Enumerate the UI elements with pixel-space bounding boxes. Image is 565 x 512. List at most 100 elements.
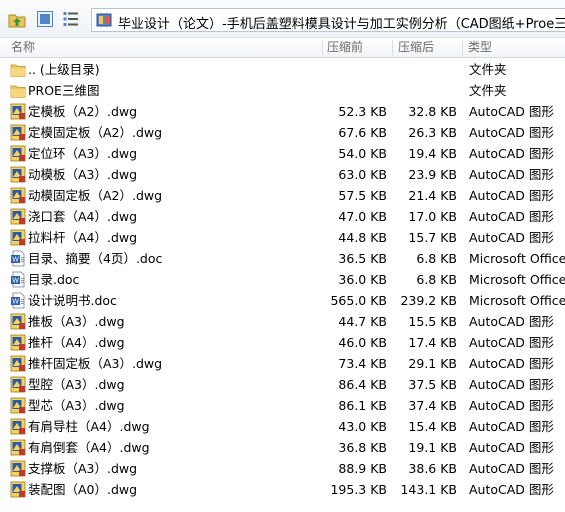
dwg-file-icon xyxy=(10,145,26,162)
file-size: 63.0 KB xyxy=(338,167,387,182)
column-size[interactable]: 压缩前 xyxy=(327,38,387,58)
file-row[interactable]: .. (上级目录) 文件夹 xyxy=(0,59,565,80)
file-row[interactable]: 定模固定板（A2）.dwg 67.6 KB 26.3 KB AutoCAD 图形 xyxy=(0,122,565,143)
file-name: 目录.doc xyxy=(28,272,80,287)
file-row[interactable]: 有肩导柱（A4）.dwg 43.0 KB 15.4 KB AutoCAD 图形 xyxy=(0,416,565,437)
file-packed-size: 15.5 KB xyxy=(408,314,457,329)
file-size: 73.4 KB xyxy=(338,356,387,371)
dwg-file-icon xyxy=(10,439,26,456)
file-size: 44.7 KB xyxy=(338,314,387,329)
file-row[interactable]: 型芯（A3）.dwg 86.1 KB 37.4 KB AutoCAD 图形 xyxy=(0,395,565,416)
file-name: 推板（A3）.dwg xyxy=(28,314,125,329)
file-name: 有肩导柱（A4）.dwg xyxy=(28,419,150,434)
file-row[interactable]: 推板（A3）.dwg 44.7 KB 15.5 KB AutoCAD 图形 xyxy=(0,311,565,332)
file-size: 36.5 KB xyxy=(338,251,387,266)
column-divider[interactable] xyxy=(392,40,393,56)
file-type: Microsoft Office xyxy=(469,272,565,287)
file-packed-size: 37.5 KB xyxy=(408,377,457,392)
doc-file-icon: W xyxy=(11,271,25,288)
dwg-file-icon xyxy=(10,208,26,225)
folder-icon xyxy=(10,64,26,77)
file-name: 支撑板（A3）.dwg xyxy=(28,461,138,476)
file-type: Microsoft Office xyxy=(469,251,565,266)
column-divider[interactable] xyxy=(462,40,463,56)
file-packed-size xyxy=(393,80,457,101)
column-header: 名称 压缩前 压缩后 类型 xyxy=(0,38,565,58)
file-name: 有肩倒套（A4）.dwg xyxy=(28,440,150,455)
column-name[interactable]: 名称 xyxy=(11,38,311,58)
file-type: AutoCAD 图形 xyxy=(469,398,554,413)
file-row[interactable]: 装配图（A0）.dwg 195.3 KB 143.1 KB AutoCAD 图形 xyxy=(0,479,565,500)
file-size: 44.8 KB xyxy=(338,230,387,245)
file-packed-size: 239.2 KB xyxy=(400,293,457,308)
up-folder-icon[interactable] xyxy=(8,10,26,28)
large-icons-view-icon[interactable] xyxy=(36,10,54,28)
column-type[interactable]: 类型 xyxy=(468,38,563,58)
file-packed-size: 17.4 KB xyxy=(408,335,457,350)
file-row[interactable]: W 目录.doc 36.0 KB 6.8 KB Microsoft Office xyxy=(0,269,565,290)
file-type: AutoCAD 图形 xyxy=(469,461,554,476)
file-size xyxy=(323,59,387,80)
file-packed-size: 15.4 KB xyxy=(408,419,457,434)
doc-file-icon: W xyxy=(11,250,25,267)
file-type: AutoCAD 图形 xyxy=(469,314,554,329)
file-name: 动模板（A3）.dwg xyxy=(28,167,138,182)
file-name: 型芯（A3）.dwg xyxy=(28,398,125,413)
file-type: AutoCAD 图形 xyxy=(469,167,554,182)
file-type: AutoCAD 图形 xyxy=(469,104,554,119)
file-row[interactable]: 定位环（A3）.dwg 54.0 KB 19.4 KB AutoCAD 图形 xyxy=(0,143,565,164)
file-packed-size: 15.7 KB xyxy=(408,230,457,245)
file-row[interactable]: PROE三维图 文件夹 xyxy=(0,80,565,101)
file-size: 47.0 KB xyxy=(338,209,387,224)
file-row[interactable]: 推杆固定板（A3）.dwg 73.4 KB 29.1 KB AutoCAD 图形 xyxy=(0,353,565,374)
file-name: 定模固定板（A2）.dwg xyxy=(28,125,163,140)
file-packed-size: 23.9 KB xyxy=(408,167,457,182)
file-row[interactable]: 推杆（A4）.dwg 46.0 KB 17.4 KB AutoCAD 图形 xyxy=(0,332,565,353)
file-row[interactable]: 定模板（A2）.dwg 52.3 KB 32.8 KB AutoCAD 图形 xyxy=(0,101,565,122)
file-name: 推杆（A4）.dwg xyxy=(28,335,125,350)
file-size: 36.8 KB xyxy=(338,440,387,455)
file-name: PROE三维图 xyxy=(28,83,100,98)
file-type: AutoCAD 图形 xyxy=(469,188,554,203)
doc-file-icon: W xyxy=(11,292,25,309)
column-packed[interactable]: 压缩后 xyxy=(398,38,458,58)
file-size: 36.0 KB xyxy=(338,272,387,287)
dwg-file-icon xyxy=(10,166,26,183)
details-view-icon[interactable] xyxy=(62,10,80,28)
file-row[interactable]: W 设计说明书.doc 565.0 KB 239.2 KB Microsoft Offi… xyxy=(0,290,565,311)
file-size: 57.5 KB xyxy=(338,188,387,203)
file-type: 文件夹 xyxy=(469,62,507,77)
svg-text:W: W xyxy=(12,278,19,285)
archive-icon xyxy=(96,13,112,27)
file-packed-size: 21.4 KB xyxy=(408,188,457,203)
file-packed-size: 6.8 KB xyxy=(416,251,457,266)
file-packed-size: 29.1 KB xyxy=(408,356,457,371)
file-size: 86.1 KB xyxy=(338,398,387,413)
file-name: 定模板（A2）.dwg xyxy=(28,104,138,119)
dwg-file-icon xyxy=(10,481,26,498)
file-packed-size: 143.1 KB xyxy=(400,482,457,497)
file-row[interactable]: 有肩倒套（A4）.dwg 36.8 KB 19.1 KB AutoCAD 图形 xyxy=(0,437,565,458)
file-packed-size: 37.4 KB xyxy=(408,398,457,413)
file-name: 装配图（A0）.dwg xyxy=(28,482,138,497)
file-name: 推杆固定板（A3）.dwg xyxy=(28,356,163,371)
dwg-file-icon xyxy=(10,229,26,246)
file-type: AutoCAD 图形 xyxy=(469,377,554,392)
dwg-file-icon xyxy=(10,355,26,372)
file-row[interactable]: 动模板（A3）.dwg 63.0 KB 23.9 KB AutoCAD 图形 xyxy=(0,164,565,185)
file-row[interactable]: W 目录、摘要（4页）.doc 36.5 KB 6.8 KB Microsoft Off… xyxy=(0,248,565,269)
file-row[interactable]: 动模固定板（A2）.dwg 57.5 KB 21.4 KB AutoCAD 图形 xyxy=(0,185,565,206)
file-type: AutoCAD 图形 xyxy=(469,209,554,224)
file-type: 文件夹 xyxy=(469,83,507,98)
file-packed-size: 32.8 KB xyxy=(408,104,457,119)
file-row[interactable]: 型腔（A3）.dwg 86.4 KB 37.5 KB AutoCAD 图形 xyxy=(0,374,565,395)
column-divider[interactable] xyxy=(322,40,323,56)
path-bar[interactable]: 毕业设计（论文）-手机后盖塑料模具设计与加工实例分析（CAD图纸+Proe三维）… xyxy=(91,8,565,32)
file-row[interactable]: 浇口套（A4）.dwg 47.0 KB 17.0 KB AutoCAD 图形 xyxy=(0,206,565,227)
file-row[interactable]: 拉料杆（A4）.dwg 44.8 KB 15.7 KB AutoCAD 图形 xyxy=(0,227,565,248)
file-size: 46.0 KB xyxy=(338,335,387,350)
file-name: 型腔（A3）.dwg xyxy=(28,377,125,392)
file-row[interactable]: 支撑板（A3）.dwg 88.9 KB 38.6 KB AutoCAD 图形 xyxy=(0,458,565,479)
svg-text:W: W xyxy=(12,257,19,264)
file-type: AutoCAD 图形 xyxy=(469,335,554,350)
